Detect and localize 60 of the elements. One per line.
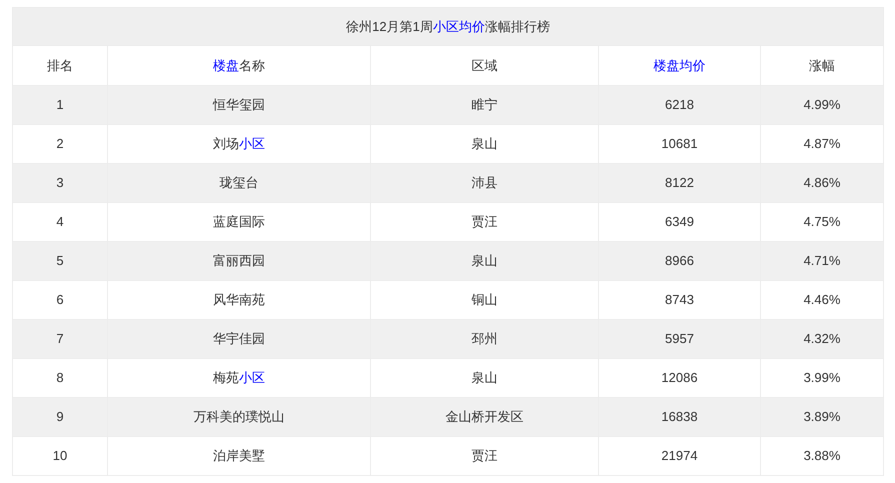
link[interactable]: 小区 [239,136,265,152]
column-header: 排名 [12,46,108,86]
table-cell: 1 [12,86,108,124]
table-cell: 3.88% [760,436,884,476]
table-cell: 10681 [598,124,760,164]
table-cell: 7 [12,320,108,358]
table-cell: 4.86% [760,164,884,202]
table-cell: 8 [12,358,108,398]
table-cell: 贾汪 [370,202,598,242]
table-cell: 4.46% [760,280,884,320]
table-cell: 16838 [598,398,760,436]
table-cell: 8743 [598,280,760,320]
table-cell: 贾汪 [370,436,598,476]
table-cell: 6 [12,280,108,320]
table-cell: 3.89% [760,398,884,436]
table-cell: 5 [12,242,108,280]
table-cell: 5957 [598,320,760,358]
table-cell: 4.99% [760,86,884,124]
link[interactable]: 楼盘 [213,58,239,73]
table-cell: 8122 [598,164,760,202]
table-cell: 3 [12,164,108,202]
table-cell: 10 [12,436,108,476]
table-cell: 泉山 [370,242,598,280]
table-cell: 8966 [598,242,760,280]
table-cell: 铜山 [370,280,598,320]
table-cell: 风华南苑 [108,280,370,320]
table-cell: 4.75% [760,202,884,242]
table-cell: 9 [12,398,108,436]
table-cell: 邳州 [370,320,598,358]
table-cell: 3.99% [760,358,884,398]
table-cell: 泉山 [370,358,598,398]
table-cell: 金山桥开发区 [370,398,598,436]
table-cell: 珑玺台 [108,164,370,202]
table-cell: 刘场小区 [108,124,370,164]
table-cell: 富丽西园 [108,242,370,280]
link[interactable]: 楼盘均价 [654,58,706,73]
table-cell: 梅苑小区 [108,358,370,398]
column-header: 涨幅 [760,46,884,86]
table-cell: 泊岸美墅 [108,436,370,476]
table-cell: 恒华玺园 [108,86,370,124]
table-cell: 12086 [598,358,760,398]
link[interactable]: 小区均价 [432,18,485,34]
table-cell: 4.87% [760,124,884,164]
table-cell: 6218 [598,86,760,124]
link[interactable]: 小区 [239,370,265,386]
table-cell: 蓝庭国际 [108,202,370,242]
table-cell: 4.32% [760,320,884,358]
column-header: 楼盘名称 [108,46,370,86]
column-header: 区域 [370,46,598,86]
table-cell: 沛县 [370,164,598,202]
table-cell: 睢宁 [370,86,598,124]
table-cell: 华宇佳园 [108,320,370,358]
table-cell: 6349 [598,202,760,242]
table-cell: 4 [12,202,108,242]
table-title: 徐州12月第1周小区均价涨幅排行榜 [12,8,884,46]
table-cell: 2 [12,124,108,164]
table-cell: 万科美的璞悦山 [108,398,370,436]
table-cell: 21974 [598,436,760,476]
table-cell: 4.71% [760,242,884,280]
table-cell: 泉山 [370,124,598,164]
